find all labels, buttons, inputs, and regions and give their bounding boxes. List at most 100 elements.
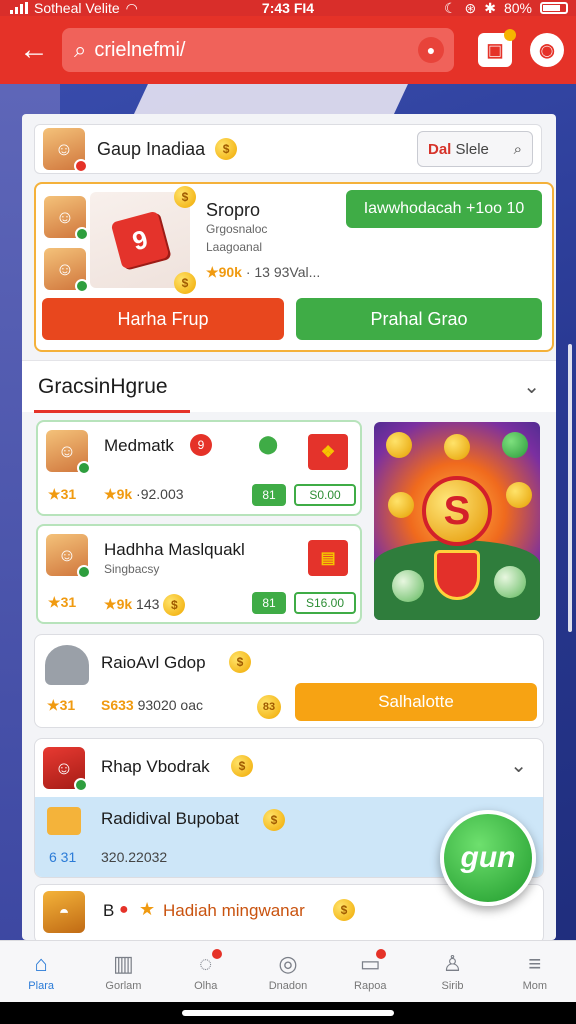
nav-inbox[interactable]: ▭ Rapoa <box>329 941 411 1002</box>
nav-label: Mom <box>522 979 548 992</box>
mascot-image <box>45 645 89 685</box>
rating-value: 31 <box>60 486 77 502</box>
cart-button[interactable]: ▣ <box>478 29 516 67</box>
install-button[interactable]: Iawwhodacah +1oo 10 <box>346 190 542 228</box>
nav-menu[interactable]: ≡ Mom <box>494 941 576 1002</box>
alarm-icon: ⊛ <box>464 0 477 16</box>
avatar-badge <box>75 227 89 241</box>
compass-icon: ◎ <box>278 950 298 976</box>
star-icon: ★ <box>206 264 219 280</box>
profile-icon: ♙ <box>442 950 463 976</box>
nav-chat[interactable]: ◌ Olha <box>165 941 247 1002</box>
star-icon: ★ <box>104 486 117 502</box>
nav-discover[interactable]: ◎ Dnadon <box>247 941 329 1002</box>
meta-text: 93020 oac <box>137 697 203 713</box>
item-name: Medmatk <box>104 436 174 455</box>
group2-title: Rhap Vbodrak <box>101 757 210 776</box>
featured-card[interactable]: ☺ ☺ 9 $ $ Sropro Grgosnaloc Laagoanal ★ 9… <box>34 182 554 352</box>
treasure-chest-icon: ▤ <box>308 540 348 576</box>
group-header[interactable]: ☺ Gaup Inadiaa $ Dal Slele ⌕ <box>34 124 542 174</box>
price-tag[interactable]: S16.00 <box>294 592 356 614</box>
notification-dot <box>376 949 387 959</box>
star-icon: ★ <box>48 486 61 502</box>
account-button[interactable]: ◉ <box>530 33 564 67</box>
battery-percent: 80% <box>503 0 532 16</box>
nav-gorlam[interactable]: ▥ Gorlam <box>82 941 164 1002</box>
item-prefix: B <box>103 901 115 920</box>
search-input[interactable]: crielnefmi/ <box>94 39 185 62</box>
box-icon <box>47 807 81 835</box>
install-badge: 10 <box>506 200 525 217</box>
avatar: ☺ <box>44 196 89 241</box>
avatar-badge <box>77 461 91 475</box>
home-indicator-bar[interactable] <box>182 1010 394 1016</box>
search-bar[interactable]: ⌕ crielnefmi/ ● <box>62 28 454 72</box>
list-item[interactable]: ☺ Hadhha Maslquakl Singbacsy ▤ ★31 ★9k 1… <box>36 524 362 624</box>
nav-profile[interactable]: ♙ Sirib <box>411 941 493 1002</box>
store-label: Dal <box>428 140 452 158</box>
item-meta: ★9k 143 $ <box>104 594 186 616</box>
price-label: S633 <box>101 697 134 713</box>
price-tag[interactable]: S0.00 <box>294 484 356 506</box>
featured-avatars: ☺ ☺ <box>44 196 89 293</box>
avatar: ☺ <box>46 430 91 475</box>
featured-subtitle: Grgosnaloc <box>206 222 268 236</box>
rating-value-2: 9k <box>116 486 133 502</box>
group2-item-title: Radidival Bupobat <box>101 809 239 828</box>
chevron-down-icon[interactable]: ⌄ <box>510 753 527 778</box>
section-underline <box>34 410 190 413</box>
star-icon: ★ <box>47 697 60 713</box>
scrollbar[interactable] <box>568 344 572 632</box>
featured-subtitle-2: Laagoanal <box>206 240 263 254</box>
coin-icon <box>494 566 526 598</box>
join-button[interactable]: Prahal Grao <box>296 298 542 340</box>
badge-icon: 9 <box>190 434 212 456</box>
play-button[interactable]: Harha Frup <box>42 298 284 340</box>
dice-image: 9 $ $ <box>90 186 196 294</box>
nav-home[interactable]: ⌂ Plara <box>0 941 82 1002</box>
featured-title: Sropro <box>206 200 261 220</box>
avatar-badge <box>74 778 88 792</box>
coin-icon: $ <box>174 272 196 294</box>
meta-text: ·92.003 <box>136 486 184 502</box>
avatar-badge <box>75 279 89 293</box>
promo-banner[interactable]: S <box>374 422 540 620</box>
rating-value: 31 <box>59 697 76 713</box>
nav-label: Dnadon <box>268 979 308 992</box>
back-arrow-icon: ← <box>19 33 49 66</box>
back-button[interactable]: ← <box>14 30 54 70</box>
item-rating: ★31 <box>48 486 76 503</box>
dice-icon: 9 <box>110 210 170 270</box>
refresh-icon: ◉ <box>539 39 555 60</box>
star-icon: ★ <box>48 594 61 610</box>
action-button[interactable]: Salhalotte <box>295 683 537 721</box>
coin-icon: $ <box>231 755 253 777</box>
search-icon: ⌕ <box>74 37 87 62</box>
avatar: ☺ <box>44 248 89 293</box>
floating-action-button[interactable]: gun <box>440 810 536 906</box>
item-meta: ★9k ·92.003 <box>104 486 184 503</box>
bluetooth-icon: ✱ <box>484 0 496 16</box>
avatar-badge <box>77 565 91 579</box>
star-icon: ★ <box>104 596 117 612</box>
search-icon: ⌕ <box>513 140 522 158</box>
nav-label: Rapoa <box>354 979 387 992</box>
carrier-name: Sotheal Velite <box>34 0 120 16</box>
item-meta: S633 93020 oac <box>101 697 203 713</box>
list-item[interactable]: ☺ Medmatk 9 ⬤ ❖ ★31 ★9k ·92.003 81 S0.00 <box>36 420 362 516</box>
nav-label: Olha <box>194 979 218 992</box>
chevron-down-icon[interactable]: ⌄ <box>523 374 540 399</box>
avatar: ☺ <box>43 747 88 792</box>
notification-dot <box>504 29 516 41</box>
level-tag: 81 <box>252 592 286 614</box>
nav-label: Gorlam <box>105 979 142 992</box>
group2-item-number: 6 31 <box>49 849 77 865</box>
status-bar: Sotheal Velite ◠ 7:43 FI4 ☾ ⊛ ✱ 80% <box>0 0 576 16</box>
bottom-navigation: ⌂ Plara ▥ Gorlam ◌ Olha ◎ Dnadon ▭ Rapoa ♙ Sir… <box>0 940 576 1002</box>
store-search-button[interactable]: Dal Slele ⌕ <box>417 131 533 167</box>
notification-dot <box>211 949 222 959</box>
list-item[interactable]: RaioAvl Gdop $ ★31 S633 93020 oac 83 Sal… <box>34 634 544 728</box>
book-icon: ▥ <box>113 950 134 976</box>
voice-search-icon[interactable]: ● <box>418 37 444 63</box>
section-header[interactable]: GracsinHgrue ⌄ <box>22 360 556 412</box>
